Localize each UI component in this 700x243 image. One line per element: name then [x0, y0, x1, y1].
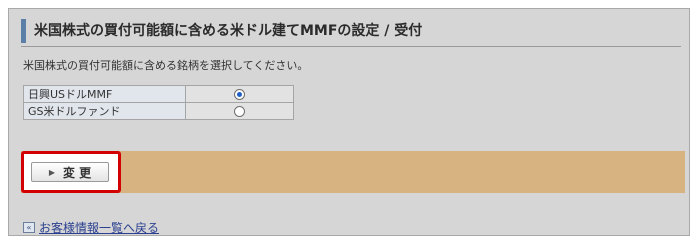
settings-panel: 米国株式の買付可能額に含める米ドル建てMMFの設定 / 受付 米国株式の買付可能… — [8, 8, 690, 236]
triangle-right-icon: ▶ — [48, 167, 55, 177]
fund-name: 日興USドルMMF — [23, 85, 186, 103]
change-button-label: 変 更 — [62, 165, 92, 180]
fund-name: GS米ドルファンド — [23, 102, 186, 120]
change-button[interactable]: ▶ 変 更 — [31, 162, 109, 182]
fund-radio-cell — [185, 102, 294, 120]
fund-radio-cell — [185, 85, 294, 103]
double-left-arrow-icon: « — [23, 222, 35, 233]
title-accent-bar — [21, 19, 26, 43]
title-divider — [21, 46, 681, 47]
table-row: 日興USドルMMF — [23, 85, 294, 103]
fund-selection-table: 日興USドルMMF GS米ドルファンド — [23, 85, 294, 120]
fund-radio-nikko-usd-mmf[interactable] — [234, 89, 245, 100]
back-to-customer-info-link[interactable]: « お客様情報一覧へ戻る — [23, 219, 159, 236]
fund-radio-gs-usd-fund[interactable] — [234, 106, 245, 117]
page-title: 米国株式の買付可能額に含める米ドル建てMMFの設定 / 受付 — [34, 23, 423, 39]
table-row: GS米ドルファンド — [23, 102, 294, 120]
instruction-text: 米国株式の買付可能額に含める銘柄を選択してください。 — [23, 59, 309, 72]
change-button-highlight: ▶ 変 更 — [21, 151, 121, 193]
back-link-label[interactable]: お客様情報一覧へ戻る — [39, 219, 159, 236]
